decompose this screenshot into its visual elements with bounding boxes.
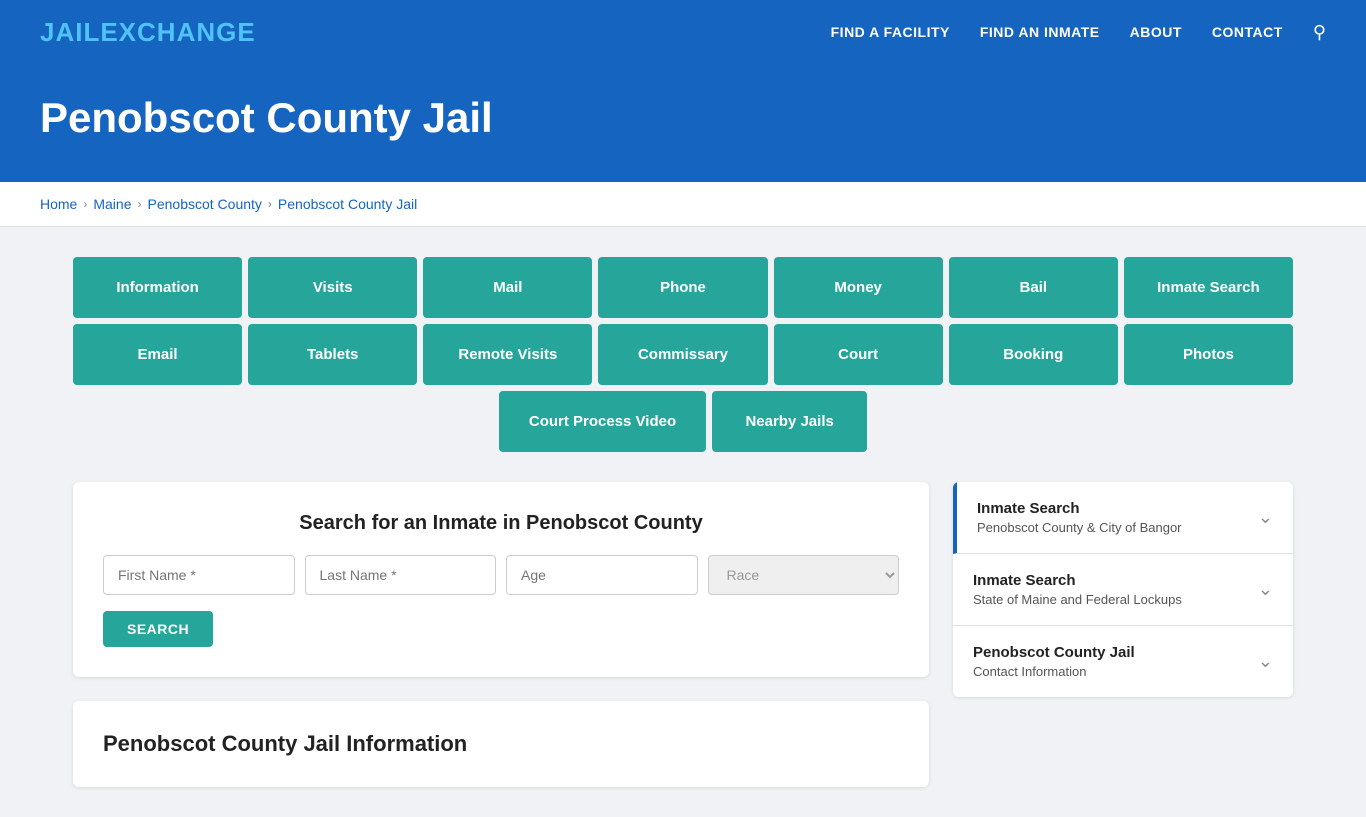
breadcrumb-sep-2: ›	[138, 197, 142, 211]
breadcrumb-bar: Home › Maine › Penobscot County › Penobs…	[0, 182, 1366, 227]
tile-commissary[interactable]: Commissary	[598, 324, 767, 385]
breadcrumb: Home › Maine › Penobscot County › Penobs…	[40, 196, 1326, 212]
search-title: Search for an Inmate in Penobscot County	[103, 512, 899, 535]
last-name-input[interactable]	[305, 555, 497, 595]
nav-find-inmate[interactable]: FIND AN INMATE	[980, 24, 1100, 40]
nav-about[interactable]: ABOUT	[1130, 24, 1182, 40]
sidebar-item-1-text: Inmate Search Penobscot County & City of…	[977, 500, 1182, 535]
sidebar-item-1-subtitle: Penobscot County & City of Bangor	[977, 520, 1182, 535]
main-content: Information Visits Mail Phone Money Bail…	[33, 227, 1333, 817]
site-logo[interactable]: JAILEXCHANGE	[40, 17, 256, 48]
tile-photos[interactable]: Photos	[1124, 324, 1293, 385]
nav-contact[interactable]: CONTACT	[1212, 24, 1283, 40]
info-title: Penobscot County Jail Information	[103, 731, 899, 757]
breadcrumb-county[interactable]: Penobscot County	[148, 196, 262, 212]
nav-find-facility[interactable]: FIND A FACILITY	[831, 24, 950, 40]
sidebar-card: Inmate Search Penobscot County & City of…	[953, 482, 1293, 697]
tile-row-3: Court Process Video Nearby Jails	[73, 391, 1293, 452]
sidebar-item-3-subtitle: Contact Information	[973, 664, 1135, 679]
tile-mail[interactable]: Mail	[423, 257, 592, 318]
logo-exchange: EXCHANGE	[100, 17, 255, 47]
tile-remote-visits[interactable]: Remote Visits	[423, 324, 592, 385]
tile-phone[interactable]: Phone	[598, 257, 767, 318]
tile-booking[interactable]: Booking	[949, 324, 1118, 385]
sidebar: Inmate Search Penobscot County & City of…	[953, 482, 1293, 787]
sidebar-item-3[interactable]: Penobscot County Jail Contact Informatio…	[953, 626, 1293, 697]
sidebar-item-3-title: Penobscot County Jail	[973, 644, 1135, 661]
sidebar-item-2-text: Inmate Search State of Maine and Federal…	[973, 572, 1182, 607]
chevron-down-icon-2: ⌄	[1258, 579, 1273, 600]
tile-visits[interactable]: Visits	[248, 257, 417, 318]
content-area: Search for an Inmate in Penobscot County…	[73, 482, 1293, 787]
breadcrumb-home[interactable]: Home	[40, 196, 77, 212]
sidebar-item-2[interactable]: Inmate Search State of Maine and Federal…	[953, 554, 1293, 626]
site-header: JAILEXCHANGE FIND A FACILITY FIND AN INM…	[0, 0, 1366, 64]
tile-row-2: Email Tablets Remote Visits Commissary C…	[73, 324, 1293, 385]
inmate-search-box: Search for an Inmate in Penobscot County…	[73, 482, 929, 677]
logo-jail: JAIL	[40, 17, 100, 47]
breadcrumb-sep-1: ›	[83, 197, 87, 211]
sidebar-item-3-text: Penobscot County Jail Contact Informatio…	[973, 644, 1135, 679]
tile-court[interactable]: Court	[774, 324, 943, 385]
info-section: Penobscot County Jail Information	[73, 701, 929, 787]
sidebar-item-1[interactable]: Inmate Search Penobscot County & City of…	[953, 482, 1293, 554]
tile-nearby-jails[interactable]: Nearby Jails	[712, 391, 867, 452]
page-title: Penobscot County Jail	[40, 94, 1326, 142]
search-inputs: Race White Black Hispanic Asian Other	[103, 555, 899, 595]
age-input[interactable]	[506, 555, 698, 595]
tile-bail[interactable]: Bail	[949, 257, 1118, 318]
chevron-down-icon-3: ⌄	[1258, 651, 1273, 672]
tile-money[interactable]: Money	[774, 257, 943, 318]
hero-section: Penobscot County Jail	[0, 64, 1366, 182]
search-icon[interactable]: ⚲	[1313, 22, 1326, 43]
tile-email[interactable]: Email	[73, 324, 242, 385]
tile-court-process-video[interactable]: Court Process Video	[499, 391, 706, 452]
breadcrumb-jail[interactable]: Penobscot County Jail	[278, 196, 417, 212]
sidebar-item-2-title: Inmate Search	[973, 572, 1182, 589]
search-button[interactable]: SEARCH	[103, 611, 213, 647]
race-select[interactable]: Race White Black Hispanic Asian Other	[708, 555, 900, 595]
content-left: Search for an Inmate in Penobscot County…	[73, 482, 929, 787]
breadcrumb-maine[interactable]: Maine	[93, 196, 131, 212]
first-name-input[interactable]	[103, 555, 295, 595]
sidebar-item-1-title: Inmate Search	[977, 500, 1182, 517]
breadcrumb-sep-3: ›	[268, 197, 272, 211]
tile-inmate-search[interactable]: Inmate Search	[1124, 257, 1293, 318]
tile-tablets[interactable]: Tablets	[248, 324, 417, 385]
main-nav: FIND A FACILITY FIND AN INMATE ABOUT CON…	[831, 22, 1326, 43]
sidebar-item-2-subtitle: State of Maine and Federal Lockups	[973, 592, 1182, 607]
tile-information[interactable]: Information	[73, 257, 242, 318]
chevron-down-icon-1: ⌄	[1258, 507, 1273, 528]
tile-row-1: Information Visits Mail Phone Money Bail…	[73, 257, 1293, 318]
